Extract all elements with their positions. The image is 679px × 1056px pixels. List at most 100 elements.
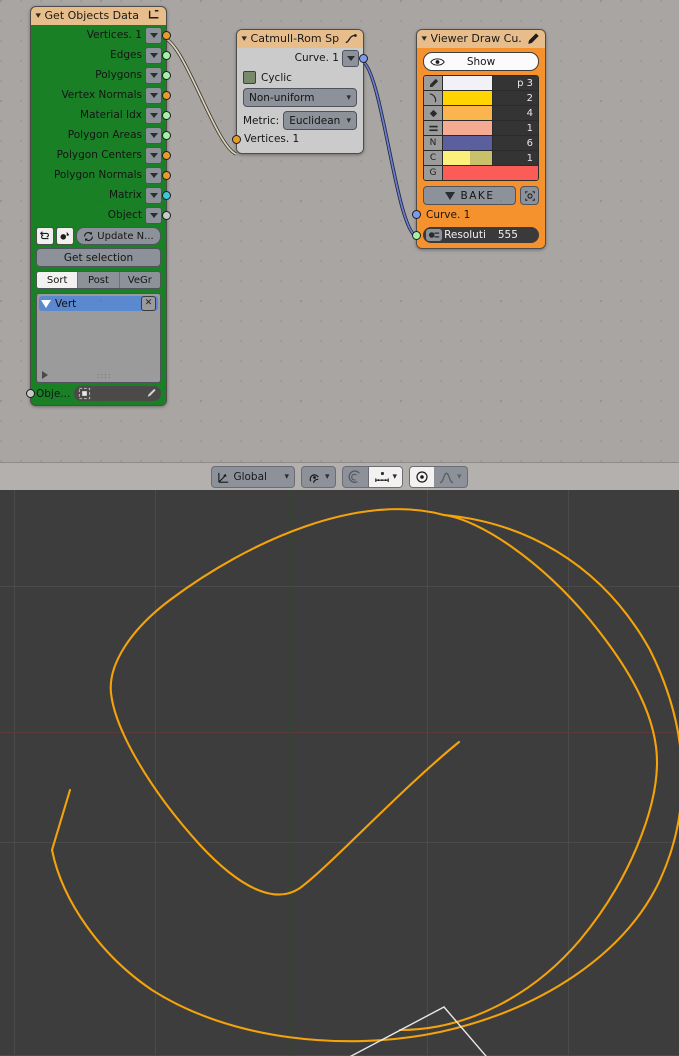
output-dropdown-button[interactable]: [342, 49, 359, 67]
output-dropdown-button[interactable]: [145, 166, 162, 184]
prop-value[interactable]: 1: [493, 151, 538, 165]
socket-polygons[interactable]: [162, 70, 171, 80]
control-icon[interactable]: C: [424, 151, 443, 165]
node-header[interactable]: ▾ Viewer Draw Cu...: [417, 30, 545, 48]
tab-sort[interactable]: Sort: [37, 272, 79, 288]
3d-viewport[interactable]: [0, 490, 679, 1056]
node-editor-area[interactable]: ▾ Get Objects Data Vertices. 1 Edges Pol…: [0, 0, 679, 462]
proportional-edit-group[interactable]: ▾: [341, 466, 404, 488]
socket-curve-in[interactable]: [412, 210, 421, 219]
socket-edges[interactable]: [162, 50, 171, 60]
snap-increment-button[interactable]: ▾: [368, 467, 403, 487]
color-swatch[interactable]: [443, 136, 493, 150]
triangle-down-icon[interactable]: [41, 299, 51, 308]
diamond-icon[interactable]: [424, 106, 443, 120]
droplet-icon[interactable]: [56, 227, 74, 245]
output-dropdown-button[interactable]: [145, 146, 162, 164]
color-swatch[interactable]: [443, 121, 493, 135]
output-curve[interactable]: Curve. 1: [237, 48, 368, 68]
transform-orientation-group[interactable]: Global ▾: [211, 466, 295, 488]
update-node-button[interactable]: Update N...: [76, 227, 161, 245]
socket-polygon-areas[interactable]: [162, 130, 171, 140]
prop-value[interactable]: 6: [493, 136, 538, 150]
output-object[interactable]: Object: [31, 205, 171, 225]
grip-dots-icon[interactable]: ::::: [97, 371, 112, 380]
pivot-point-button[interactable]: [410, 467, 435, 487]
normals-icon[interactable]: N: [424, 136, 443, 150]
table-row[interactable]: 2: [424, 91, 538, 106]
prop-value[interactable]: p 3: [493, 76, 538, 90]
socket-object[interactable]: [162, 210, 171, 220]
prop-value[interactable]: 1: [493, 121, 538, 135]
socket-polygon-normals[interactable]: [162, 170, 171, 180]
get-selection-button[interactable]: Get selection: [36, 248, 161, 267]
transform-orientation-dropdown[interactable]: Global ▾: [212, 467, 294, 487]
output-dropdown-button[interactable]: [145, 186, 162, 204]
equals-icon[interactable]: [424, 121, 443, 135]
metric-select[interactable]: Euclidean ▾: [283, 111, 357, 130]
viewport-header-bar[interactable]: Global ▾ ▾ ▾ ▾: [0, 462, 679, 492]
output-dropdown-button[interactable]: [145, 206, 162, 224]
socket-material-idx[interactable]: [162, 110, 171, 120]
color-swatch[interactable]: [443, 76, 493, 90]
color-swatch[interactable]: [443, 151, 493, 165]
chevron-down-icon[interactable]: ▾: [36, 7, 41, 25]
input-vertices[interactable]: Vertices. 1: [232, 130, 363, 148]
output-dropdown-button[interactable]: [145, 66, 162, 84]
output-vertex-normals[interactable]: Vertex Normals: [31, 85, 171, 105]
node-header[interactable]: ▾ Catmull-Rom Spl...: [237, 30, 363, 48]
table-row[interactable]: 1: [424, 121, 538, 136]
color-swatch[interactable]: [443, 166, 538, 180]
show-button[interactable]: Show: [423, 52, 539, 71]
table-row[interactable]: G: [424, 166, 538, 180]
socket-curve-out[interactable]: [359, 53, 368, 63]
triangle-right-icon[interactable]: [42, 371, 48, 379]
output-dropdown-button[interactable]: [145, 86, 162, 104]
node-viewer-draw-curve[interactable]: ▾ Viewer Draw Cu... Show p 3 2 4 1 N 6 C…: [412, 29, 546, 249]
node-catmull-rom-spline[interactable]: ▾ Catmull-Rom Spl... Curve. 1 Cyclic: [232, 29, 368, 154]
object-list[interactable]: Vert ✕ ::::: [36, 293, 161, 383]
color-swatch[interactable]: [443, 91, 493, 105]
output-matrix[interactable]: Matrix: [31, 185, 171, 205]
output-material-idx[interactable]: Material Idx: [31, 105, 171, 125]
bound-box-icon[interactable]: [520, 186, 539, 205]
chevron-down-icon[interactable]: ▾: [422, 30, 427, 48]
pivot-group[interactable]: ▾: [409, 466, 468, 488]
refresh-arrows-icon[interactable]: [36, 227, 54, 245]
prop-value[interactable]: 4: [493, 106, 538, 120]
output-polygon-normals[interactable]: Polygon Normals: [31, 165, 171, 185]
output-polygon-centers[interactable]: Polygon Centers: [31, 145, 171, 165]
tab-post[interactable]: Post: [78, 272, 120, 288]
prop-value[interactable]: 2: [493, 91, 538, 105]
node-header[interactable]: ▾ Get Objects Data: [31, 7, 166, 25]
table-row[interactable]: 4: [424, 106, 538, 121]
output-dropdown-button[interactable]: [145, 126, 162, 144]
socket-resolution[interactable]: [412, 230, 421, 240]
snap-group[interactable]: ▾: [300, 466, 336, 488]
list-item[interactable]: Vert ✕: [39, 296, 158, 311]
table-row[interactable]: C 1: [424, 151, 538, 166]
falloff-curve-button[interactable]: ▾: [434, 467, 467, 487]
grid-icon[interactable]: G: [424, 166, 443, 180]
output-dropdown-button[interactable]: [145, 26, 162, 44]
socket-object-input[interactable]: [26, 389, 35, 398]
bake-button[interactable]: BAKE: [423, 186, 516, 205]
socket-vertices[interactable]: [162, 30, 171, 40]
resolution-value[interactable]: 555: [498, 229, 518, 241]
input-curve[interactable]: Curve. 1: [412, 205, 545, 224]
mode-select[interactable]: Non-uniform ▾: [243, 88, 357, 107]
close-icon[interactable]: ✕: [141, 296, 156, 311]
snap-toggle-button[interactable]: ▾: [302, 467, 335, 487]
output-polygons[interactable]: Polygons: [31, 65, 171, 85]
output-polygon-areas[interactable]: Polygon Areas: [31, 125, 171, 145]
output-vertices[interactable]: Vertices. 1: [31, 25, 171, 45]
tab-vegr[interactable]: VeGr: [119, 272, 160, 288]
socket-vertex-normals[interactable]: [162, 90, 171, 100]
pen-icon[interactable]: [424, 76, 443, 90]
proportional-edit-toggle[interactable]: [343, 467, 368, 487]
output-dropdown-button[interactable]: [145, 46, 162, 64]
color-swatch[interactable]: [443, 106, 493, 120]
socket-polygon-centers[interactable]: [162, 150, 171, 160]
eyedropper-icon[interactable]: [144, 387, 157, 400]
socket-vertices-in[interactable]: [232, 134, 241, 144]
